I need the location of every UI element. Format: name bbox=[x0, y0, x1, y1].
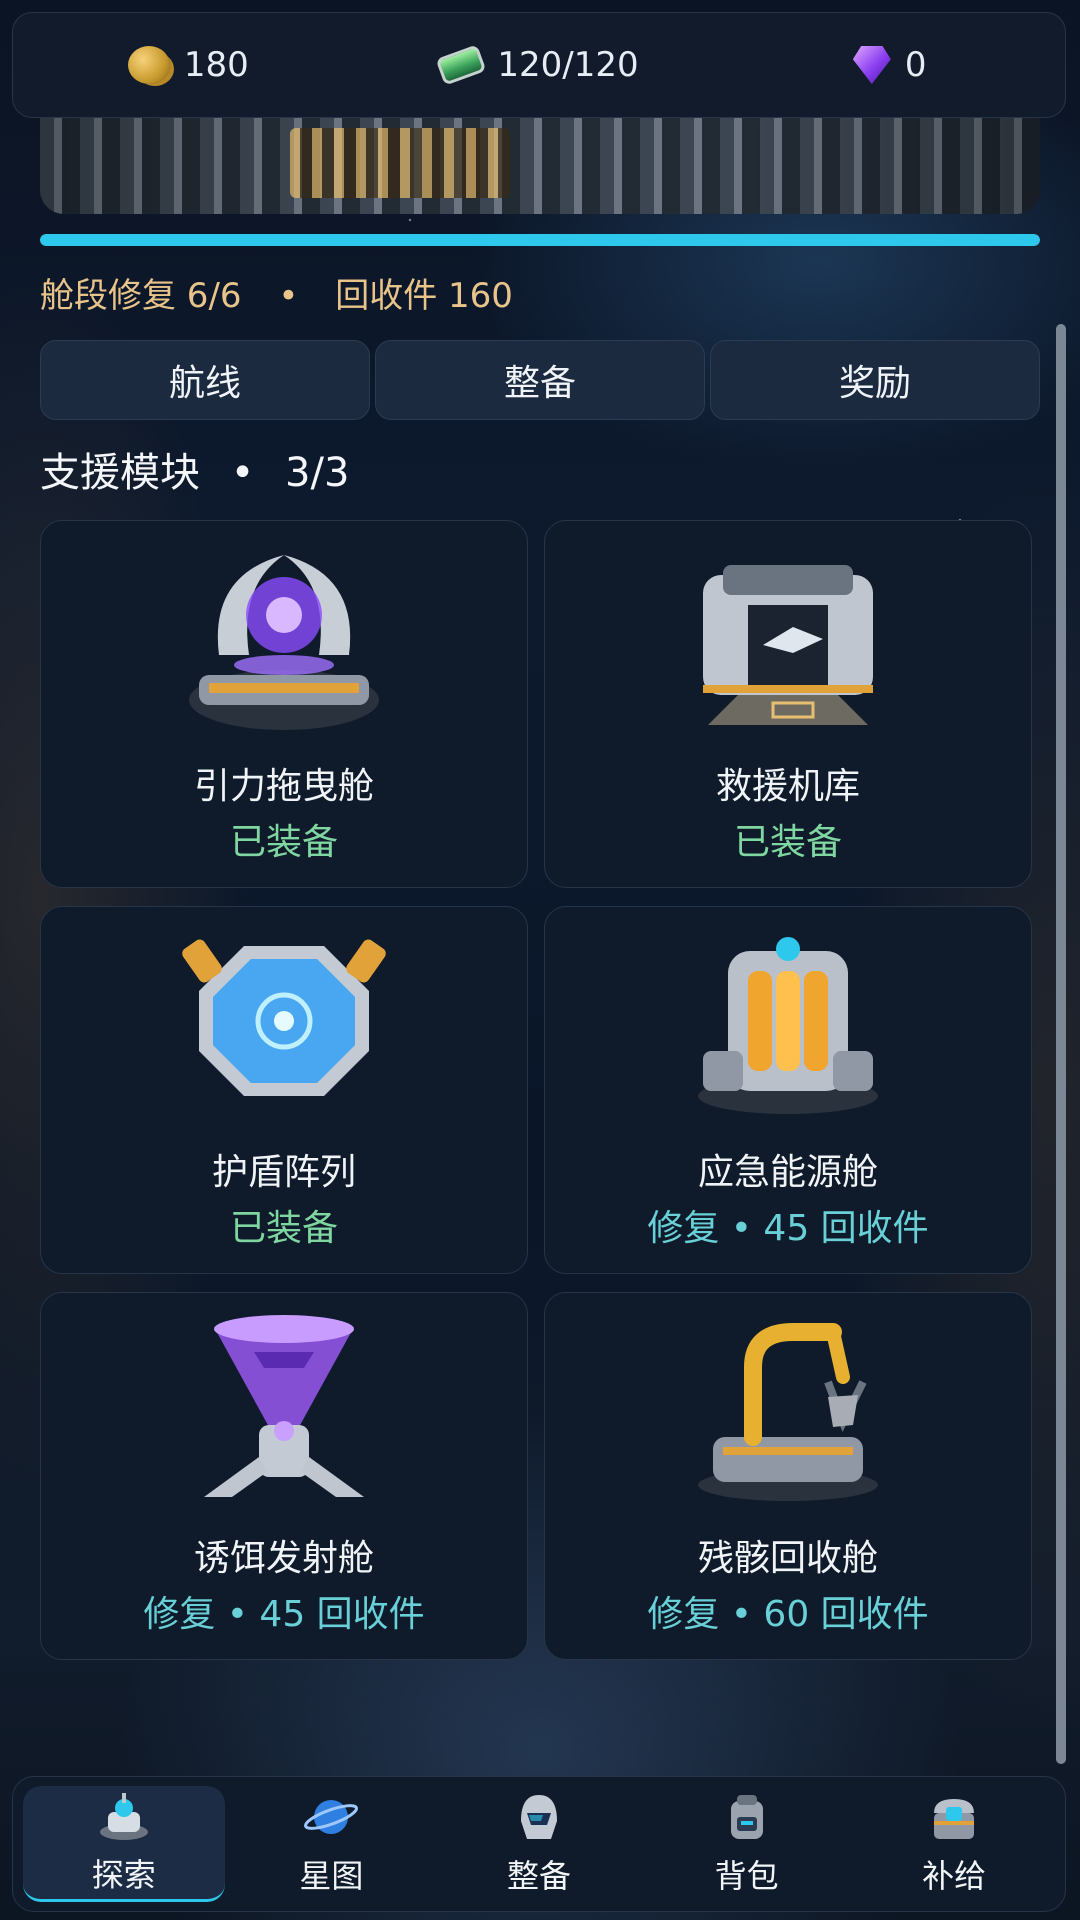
module-state: 修复 • 45 回收件 bbox=[647, 1208, 929, 1249]
module-card-emergency-power[interactable]: 应急能源舱 修复 • 45 回收件 bbox=[544, 906, 1032, 1274]
salvage-status: 回收件 160 bbox=[335, 276, 513, 316]
backpack-icon bbox=[730, 1795, 763, 1839]
helmet-icon bbox=[520, 1795, 557, 1839]
shield-array-icon bbox=[182, 939, 386, 1096]
nav-label: 星图 bbox=[299, 1857, 364, 1895]
module-state: 已装备 bbox=[229, 1208, 338, 1249]
purple-gem-icon bbox=[852, 46, 891, 84]
section-separator: • bbox=[230, 450, 255, 496]
status-line: 舱段修复 6/6 • 回收件 160 bbox=[40, 268, 513, 317]
resource-bar: 180 120/120 0 bbox=[12, 12, 1066, 118]
section-count: 3/3 bbox=[285, 450, 350, 496]
module-name: 救援机库 bbox=[715, 766, 860, 807]
module-card-wreck-salvage[interactable]: 残骸回收舱 修复 • 60 回收件 bbox=[544, 1292, 1032, 1660]
nav-label: 补给 bbox=[922, 1857, 987, 1895]
nav-label: 探索 bbox=[91, 1855, 156, 1894]
energy-battery-icon bbox=[435, 44, 487, 86]
tab-bar: 航线 整备 奖励 bbox=[40, 340, 1040, 420]
wreck-salvage-pod-icon bbox=[698, 1323, 878, 1501]
nav-label: 背包 bbox=[714, 1857, 779, 1895]
scrollbar-thumb[interactable] bbox=[1056, 324, 1066, 1764]
nav-label: 整备 bbox=[506, 1857, 571, 1895]
module-state: 已装备 bbox=[229, 822, 338, 863]
nav-outfit[interactable]: 整备 bbox=[438, 1786, 640, 1902]
rescue-hangar-icon bbox=[703, 565, 873, 725]
supply-chest-icon bbox=[934, 1799, 975, 1839]
section-title: 支援模块 • 3/3 bbox=[40, 440, 349, 498]
module-card-rescue-hangar[interactable]: 救援机库 已装备 bbox=[544, 520, 1032, 888]
module-name: 诱饵发射舱 bbox=[193, 1538, 374, 1579]
module-card-decoy-launcher[interactable]: 诱饵发射舱 修复 • 45 回收件 bbox=[40, 1292, 528, 1660]
repair-status: 舱段修复 6/6 bbox=[40, 276, 242, 316]
section-title-text: 支援模块 bbox=[40, 450, 200, 496]
gold-resource: 180 bbox=[13, 45, 364, 85]
module-state: 修复 • 60 回收件 bbox=[647, 1594, 929, 1635]
planet-map-icon bbox=[304, 1800, 359, 1834]
module-name: 引力拖曳舱 bbox=[193, 766, 374, 807]
nav-explore[interactable]: 探索 bbox=[23, 1786, 225, 1902]
module-name: 残骸回收舱 bbox=[697, 1538, 878, 1579]
module-name: 应急能源舱 bbox=[697, 1152, 878, 1193]
nav-supply[interactable]: 补给 bbox=[853, 1786, 1055, 1902]
tab-route[interactable]: 航线 bbox=[40, 340, 370, 420]
nav-backpack[interactable]: 背包 bbox=[646, 1786, 848, 1902]
energy-resource: 120/120 bbox=[364, 44, 715, 86]
emergency-power-pod-icon bbox=[698, 937, 878, 1114]
gold-coin-icon bbox=[127, 46, 170, 84]
energy-value: 120/120 bbox=[497, 45, 639, 85]
tab-outfit[interactable]: 整备 bbox=[375, 340, 705, 420]
tab-rewards[interactable]: 奖励 bbox=[710, 340, 1040, 420]
nav-starmap[interactable]: 星图 bbox=[231, 1786, 433, 1902]
gold-value: 180 bbox=[183, 45, 249, 85]
gem-resource: 0 bbox=[714, 45, 1065, 85]
explore-base-icon bbox=[99, 1792, 148, 1840]
decoy-launcher-pod-icon bbox=[204, 1315, 364, 1497]
bottom-nav: 探索 星图 整备 背包 补给 bbox=[12, 1776, 1066, 1912]
repair-progress-bar bbox=[40, 234, 1040, 246]
gravity-tow-pod-icon bbox=[189, 555, 379, 730]
gem-value: 0 bbox=[904, 45, 927, 85]
module-card-gravity-tow[interactable]: 引力拖曳舱 已装备 bbox=[40, 520, 528, 888]
module-state: 已装备 bbox=[733, 822, 842, 863]
station-banner-image bbox=[40, 118, 1040, 214]
module-state: 修复 • 45 回收件 bbox=[143, 1594, 425, 1635]
repair-progress-fill bbox=[40, 234, 1040, 246]
module-card-shield-array[interactable]: 护盾阵列 已装备 bbox=[40, 906, 528, 1274]
module-name: 护盾阵列 bbox=[211, 1152, 356, 1193]
status-separator: • bbox=[278, 276, 299, 316]
